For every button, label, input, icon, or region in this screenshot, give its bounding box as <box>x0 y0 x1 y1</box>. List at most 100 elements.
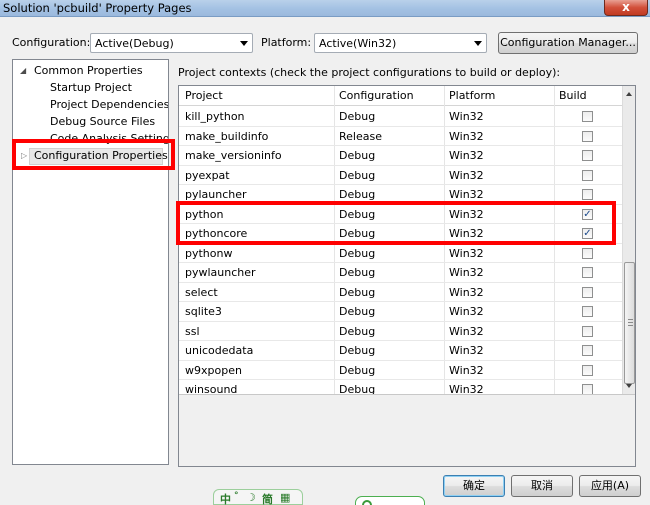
close-button[interactable]: x <box>604 0 648 16</box>
scroll-up-icon[interactable] <box>626 92 632 96</box>
column-header-platform[interactable]: Platform <box>449 89 495 102</box>
app-icon <box>362 500 372 505</box>
cell-project: select <box>185 285 218 299</box>
cell-configuration: Debug <box>339 285 376 299</box>
cell-project: pylauncher <box>185 188 247 201</box>
cell-configuration: Debug <box>339 266 376 279</box>
cell-project: kill_python <box>185 110 245 123</box>
property-tree: ◢ Common Properties Startup Project Proj… <box>12 59 169 465</box>
platform-dropdown[interactable]: Active(Win32) <box>314 33 487 53</box>
build-checkbox[interactable] <box>582 150 593 161</box>
table-row[interactable]: w9xpopen Debug Win32 <box>179 361 622 380</box>
cell-project: pyexpat <box>185 168 230 182</box>
ime-simplified[interactable]: 简 <box>262 491 273 505</box>
table-row[interactable]: select Debug Win32 <box>179 283 622 302</box>
cell-configuration: Debug <box>339 246 376 260</box>
cell-project: sqlite3 <box>185 305 222 318</box>
title-bar: Solution 'pcbuild' Property Pages x <box>0 0 650 17</box>
ime-mode-chinese[interactable]: 中 <box>220 491 231 505</box>
cell-platform: Win32 <box>449 110 484 123</box>
ime-toolbar[interactable]: 中 ° ☽ 简 ▦ <box>213 489 303 505</box>
tree-item-startup-project[interactable]: Startup Project <box>50 80 132 96</box>
table-row[interactable]: ssl Debug Win32 <box>179 322 622 341</box>
column-header-project[interactable]: Project <box>185 89 223 102</box>
table-row[interactable]: sqlite3 Debug Win32 <box>179 302 622 322</box>
tree-item-common-properties[interactable]: Common Properties <box>34 63 143 79</box>
table-row[interactable]: pyexpat Debug Win32 <box>179 166 622 185</box>
cell-project: unicodedata <box>185 344 254 357</box>
cell-platform: Win32 <box>449 266 484 279</box>
cell-platform: Win32 <box>449 344 484 357</box>
cell-project: make_buildinfo <box>185 129 269 143</box>
project-contexts-grid: Project Configuration Platform Build kil… <box>178 85 636 467</box>
cell-platform: Win32 <box>449 285 484 299</box>
build-checkbox[interactable] <box>582 286 593 298</box>
window-title: Solution 'pcbuild' Property Pages <box>3 1 192 15</box>
platform-value: Active(Win32) <box>319 37 397 50</box>
cell-project: ssl <box>185 324 200 338</box>
build-checkbox[interactable] <box>582 130 593 142</box>
table-row[interactable]: pythonw Debug Win32 <box>179 244 622 263</box>
cell-configuration: Debug <box>339 363 376 377</box>
cell-platform: Win32 <box>449 363 484 377</box>
cell-configuration: Release <box>339 129 382 143</box>
column-header-build[interactable]: Build <box>559 89 587 102</box>
cell-platform: Win32 <box>449 305 484 318</box>
tree-item-debug-source-files[interactable]: Debug Source Files <box>50 114 155 130</box>
configuration-value: Active(Debug) <box>95 37 174 50</box>
ok-button[interactable]: 确定 <box>443 475 505 497</box>
highlight-box-configuration-properties <box>12 139 175 170</box>
ime-punct-icon[interactable]: ° <box>234 491 239 501</box>
instructions-text: Project contexts (check the project conf… <box>178 66 561 79</box>
build-checkbox[interactable] <box>582 306 593 317</box>
build-checkbox[interactable] <box>582 267 593 278</box>
cell-configuration: Debug <box>339 110 376 123</box>
cell-project: pywlauncher <box>185 266 256 279</box>
moon-icon[interactable]: ☽ <box>246 491 256 504</box>
close-icon: x <box>622 0 630 14</box>
cell-platform: Win32 <box>449 188 484 201</box>
table-row[interactable]: pywlauncher Debug Win32 <box>179 263 622 283</box>
keyboard-icon[interactable]: ▦ <box>280 491 290 504</box>
highlight-box-python-rows <box>176 201 616 245</box>
build-checkbox[interactable] <box>582 364 593 376</box>
cell-platform: Win32 <box>449 324 484 338</box>
table-row[interactable]: make_versioninfo Debug Win32 <box>179 146 622 166</box>
build-checkbox[interactable] <box>582 189 593 200</box>
table-row[interactable]: unicodedata Debug Win32 <box>179 341 622 361</box>
cell-platform: Win32 <box>449 168 484 182</box>
taskbar-button[interactable] <box>355 496 425 505</box>
cell-configuration: Debug <box>339 168 376 182</box>
expand-arrow-icon[interactable]: ◢ <box>20 66 26 75</box>
grip-line <box>628 319 633 320</box>
build-checkbox[interactable] <box>582 111 593 122</box>
build-checkbox[interactable] <box>582 247 593 259</box>
configuration-label: Configuration: <box>12 36 91 49</box>
grip-line <box>628 325 633 326</box>
cell-configuration: Debug <box>339 344 376 357</box>
build-checkbox[interactable] <box>582 325 593 337</box>
configuration-manager-button[interactable]: Configuration Manager... <box>498 32 638 54</box>
cell-configuration: Debug <box>339 188 376 201</box>
cell-project: make_versioninfo <box>185 149 282 162</box>
cell-configuration: Debug <box>339 149 376 162</box>
build-checkbox[interactable] <box>582 169 593 181</box>
cell-configuration: Debug <box>339 305 376 318</box>
grid-empty-area <box>179 394 635 466</box>
cancel-button[interactable]: 取消 <box>511 475 573 497</box>
chevron-down-icon <box>474 41 482 46</box>
grip-line <box>628 322 633 323</box>
build-checkbox[interactable] <box>582 345 593 356</box>
scroll-down-icon[interactable] <box>626 384 632 388</box>
cell-platform: Win32 <box>449 149 484 162</box>
apply-button[interactable]: 应用(A) <box>579 475 641 497</box>
vertical-scrollbar[interactable] <box>622 86 635 394</box>
table-row[interactable]: kill_python Debug Win32 <box>179 107 622 127</box>
scrollbar-thumb[interactable] <box>624 262 635 384</box>
configuration-dropdown[interactable]: Active(Debug) <box>90 33 253 53</box>
tree-item-project-dependencies[interactable]: Project Dependencies <box>50 97 168 113</box>
table-row[interactable]: make_buildinfo Release Win32 <box>179 127 622 146</box>
column-header-configuration[interactable]: Configuration <box>339 89 414 102</box>
grid-header: Project Configuration Platform Build <box>179 86 622 106</box>
cell-project: w9xpopen <box>185 363 242 377</box>
